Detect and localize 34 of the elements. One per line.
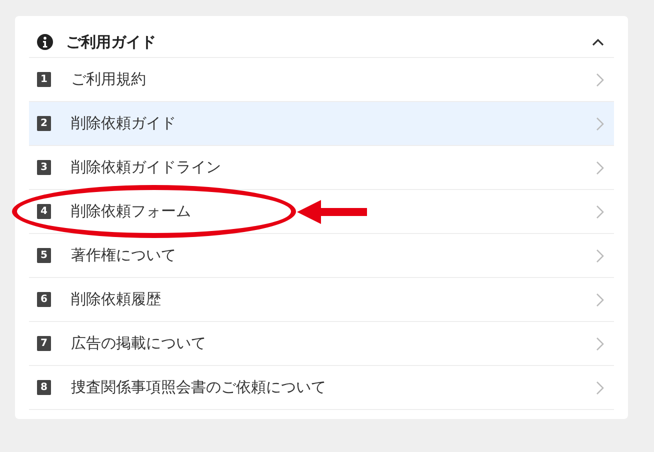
chevron-right-icon xyxy=(596,248,604,262)
chevron-right-icon xyxy=(596,116,604,130)
collapse-caret-icon[interactable] xyxy=(592,38,604,46)
chevron-right-icon xyxy=(596,204,604,218)
guide-list-item[interactable]: 8 捜査関係事項照会書のご依頼について xyxy=(29,366,614,410)
item-label: 削除依頼ガイドライン xyxy=(71,158,221,177)
number-badge: 1 xyxy=(37,72,51,87)
number-badge: 4 xyxy=(37,204,51,219)
number-badge: 5 xyxy=(37,248,51,263)
guide-list-item[interactable]: 7 広告の掲載について xyxy=(29,322,614,366)
number-badge: 2 xyxy=(37,116,51,131)
arrow-annotation xyxy=(297,200,367,224)
item-label: ご利用規約 xyxy=(71,70,146,89)
chevron-right-icon xyxy=(596,292,604,306)
info-icon xyxy=(37,34,53,50)
guide-list-item[interactable]: 2 削除依頼ガイド xyxy=(29,102,614,146)
number-badge: 8 xyxy=(37,380,51,395)
chevron-right-icon xyxy=(596,380,604,394)
guide-list-item[interactable]: 6 削除依頼履歴 xyxy=(29,278,614,322)
chevron-right-icon xyxy=(596,336,604,350)
item-label: 捜査関係事項照会書のご依頼について xyxy=(71,378,326,397)
item-label: 削除依頼ガイド xyxy=(71,114,176,133)
number-badge: 3 xyxy=(37,160,51,175)
chevron-right-icon xyxy=(596,160,604,174)
item-label: 著作権について xyxy=(71,246,176,265)
panel-title: ご利用ガイド xyxy=(66,32,157,52)
guide-list-item[interactable]: 3 削除依頼ガイドライン xyxy=(29,146,614,190)
item-label: 広告の掲載について xyxy=(71,334,206,353)
item-label: 削除依頼履歴 xyxy=(71,290,161,309)
guide-list-item[interactable]: 5 著作権について xyxy=(29,234,614,278)
number-badge: 6 xyxy=(37,292,51,307)
number-badge: 7 xyxy=(37,336,51,351)
item-label: 削除依頼フォーム xyxy=(71,202,191,221)
chevron-right-icon xyxy=(596,72,604,86)
